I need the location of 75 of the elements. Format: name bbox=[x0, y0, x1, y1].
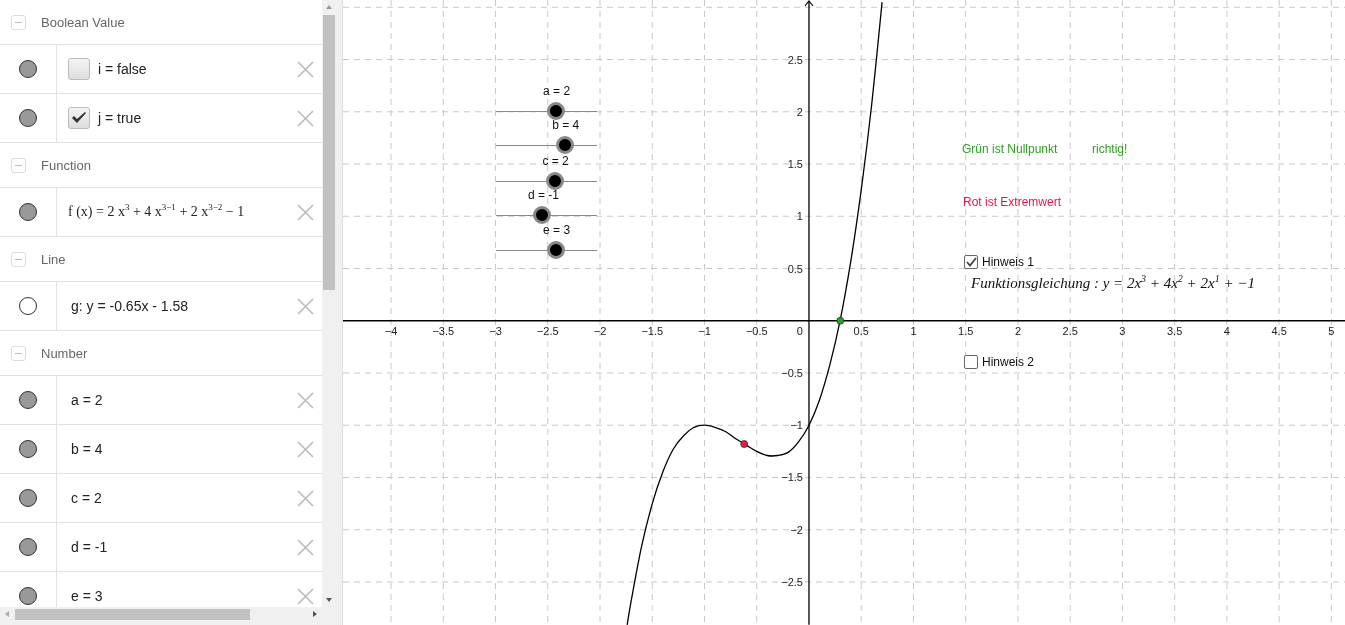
section-title: Line bbox=[41, 251, 66, 267]
slider[interactable] bbox=[496, 136, 597, 154]
slider-label: c = 2 bbox=[542, 154, 569, 168]
checkbox[interactable] bbox=[68, 58, 90, 80]
value-text: b = 4 bbox=[71, 441, 103, 457]
slider-label: e = 3 bbox=[543, 223, 571, 237]
tick-label: 4 bbox=[1223, 324, 1230, 337]
visibility-toggle[interactable] bbox=[19, 60, 37, 78]
check-icon bbox=[965, 257, 977, 267]
value-text: g: y = -0.65x - 1.58 bbox=[71, 298, 189, 314]
checkbox-label: Hinweis 2 bbox=[982, 355, 1035, 369]
canvas-text: Grün ist Nullpunkt bbox=[962, 142, 1058, 156]
tick-label: 4.5 bbox=[1271, 324, 1287, 337]
tick-label: −1.5 bbox=[641, 324, 664, 337]
visibility-toggle[interactable] bbox=[19, 391, 37, 409]
slider-label: a = 2 bbox=[543, 84, 571, 98]
slider[interactable] bbox=[496, 206, 597, 224]
section-title: Function bbox=[41, 157, 91, 173]
section-title: Boolean Value bbox=[41, 14, 125, 30]
point-marker[interactable] bbox=[836, 316, 845, 325]
tick-label: −1.5 bbox=[781, 471, 803, 484]
tick-label: 2.5 bbox=[787, 53, 803, 66]
visibility-toggle[interactable] bbox=[19, 440, 37, 458]
tick-label: 0.5 bbox=[787, 262, 803, 275]
canvas-text: richtig! bbox=[1092, 142, 1128, 156]
tick-label: −3.5 bbox=[432, 324, 455, 337]
slider[interactable] bbox=[496, 102, 597, 120]
checkbox-label: Hinweis 1 bbox=[982, 255, 1035, 269]
point-marker[interactable] bbox=[740, 440, 749, 448]
tick-label: 1.5 bbox=[958, 324, 974, 337]
tick-label: 2 bbox=[1014, 324, 1021, 337]
tick-label: −0.5 bbox=[781, 367, 803, 379]
checkbox[interactable] bbox=[964, 355, 978, 369]
tick-label: −1 bbox=[790, 419, 803, 432]
tick-label: 2 bbox=[796, 105, 803, 118]
tick-label: 1.5 bbox=[787, 158, 803, 171]
tick-label: −0.5 bbox=[745, 324, 768, 337]
origin-label: 0 bbox=[796, 324, 803, 337]
value-text: a = 2 bbox=[71, 392, 103, 408]
visibility-toggle[interactable] bbox=[19, 297, 37, 315]
checkbox[interactable] bbox=[68, 107, 90, 129]
tick-label: −2 bbox=[790, 523, 803, 536]
value-text: j = true bbox=[98, 110, 142, 126]
slider[interactable] bbox=[496, 172, 597, 190]
tick-label: 0.5 bbox=[853, 324, 869, 337]
slider-label: d = -1 bbox=[527, 188, 559, 202]
tick-label: −2.5 bbox=[781, 575, 803, 588]
value-text: i = false bbox=[98, 61, 147, 77]
tick-label: 2.5 bbox=[1062, 324, 1078, 337]
slider-label: b = 4 bbox=[552, 118, 580, 132]
tick-label: −4 bbox=[384, 324, 398, 337]
tick-label: −2.5 bbox=[536, 324, 559, 337]
value-text: e = 3 bbox=[71, 588, 103, 604]
tick-label: 1 bbox=[910, 324, 917, 337]
function-equation: Funktionsgleichung : y = 2x$^{3}$ + 4x$^{2}$ + 2x$^{1}$ + −1 bbox=[971, 274, 1255, 292]
visibility-toggle[interactable] bbox=[19, 203, 37, 221]
tick-label: −1 bbox=[698, 324, 711, 337]
section-title: Number bbox=[41, 345, 88, 361]
value-text: c = 2 bbox=[71, 490, 102, 506]
visibility-toggle[interactable] bbox=[19, 109, 37, 127]
tick-label: −2 bbox=[593, 324, 607, 337]
tick-label: 3.5 bbox=[1167, 324, 1183, 337]
slider[interactable] bbox=[496, 241, 597, 259]
visibility-toggle[interactable] bbox=[19, 587, 37, 605]
value-text: d = -1 bbox=[71, 539, 108, 555]
check-icon bbox=[71, 111, 87, 125]
visibility-toggle[interactable] bbox=[19, 538, 37, 556]
tick-label: 1 bbox=[796, 210, 803, 223]
tick-label: 5 bbox=[1328, 324, 1335, 337]
visibility-toggle[interactable] bbox=[19, 489, 37, 507]
checkbox[interactable] bbox=[964, 255, 978, 269]
tick-label: −3 bbox=[489, 324, 502, 337]
canvas-text: Rot ist Extremwert bbox=[963, 195, 1061, 209]
function-formula: f (x) = 2 x$^{3}$ + 4 x$^{3−1}$ + 2 x$^{3−2}$ − 1 bbox=[68, 204, 245, 220]
tick-label: 3 bbox=[1119, 324, 1126, 337]
